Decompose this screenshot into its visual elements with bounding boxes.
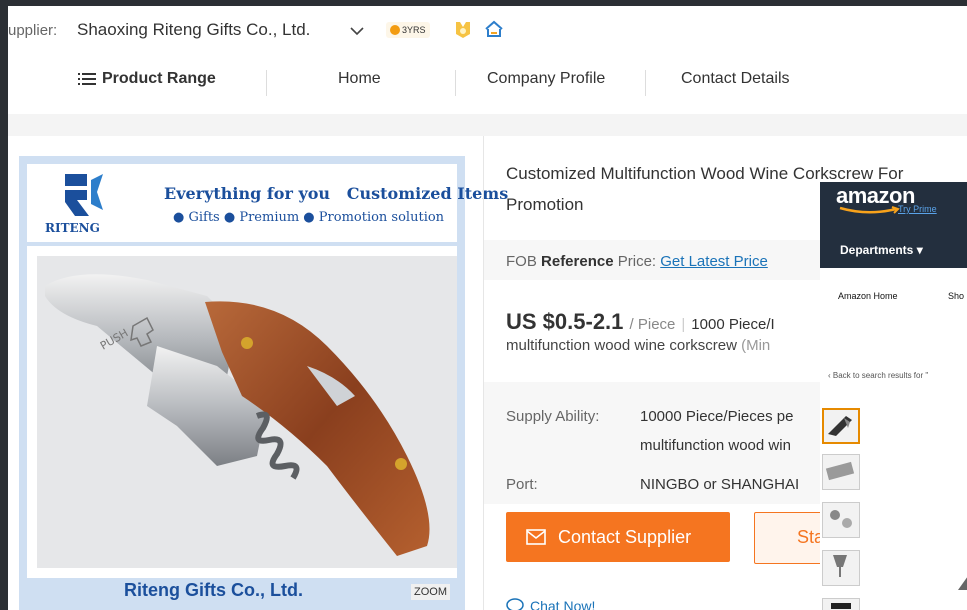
column-divider	[483, 136, 484, 610]
supply-ability-value-2: multifunction wood win	[640, 437, 791, 454]
back-to-search-link[interactable]: ‹ Back to search results for "	[828, 371, 928, 380]
product-name-min: (Min	[741, 337, 771, 354]
port-label: Port:	[506, 476, 538, 493]
years-badge-label: 3YRS	[402, 25, 426, 35]
corkscrew-thumbnail-icon	[825, 461, 855, 481]
corkscrew-photo: PUSH	[37, 256, 457, 568]
supply-ability-value-1: 10000 Piece/Pieces pe	[640, 408, 794, 425]
contact-supplier-label: Contact Supplier	[558, 526, 692, 547]
section-divider	[8, 114, 967, 136]
amazon-thumbnail[interactable]	[822, 598, 860, 610]
nav-product-range-label: Product Range	[102, 70, 216, 87]
amazon-thumbnail[interactable]	[822, 502, 860, 538]
supplier-name-link[interactable]: Shaoxing Riteng Gifts Co., Ltd.	[77, 20, 310, 40]
price-value: US $0.5-2.1	[506, 309, 624, 334]
zoom-button[interactable]: ZOOM	[411, 584, 450, 600]
chat-now-link[interactable]: Chat Now!	[506, 598, 595, 610]
amazon-home-link[interactable]: Amazon Home	[838, 291, 898, 301]
wine-glass-thumbnail-icon	[833, 555, 847, 577]
banner-slogan-line2: ● Gifts ● Premium ● Promotion solution	[173, 210, 445, 225]
try-prime-link[interactable]: Try Prime	[898, 204, 937, 214]
list-menu-icon	[78, 73, 96, 85]
mail-icon	[526, 529, 546, 545]
supply-ability-label: Supply Ability:	[506, 408, 600, 425]
fob-text: FOB Reference Price: Get Latest Price	[506, 253, 768, 270]
gold-supplier-icon	[390, 25, 400, 35]
banner-divider	[27, 242, 457, 246]
cursor-arrow-icon	[958, 577, 967, 590]
departments-menu[interactable]: Departments ▾	[840, 243, 923, 257]
amazon-overlay-window[interactable]: amazon Try Prime Departments ▾ Amazon Ho…	[820, 182, 967, 610]
amazon-header: amazon Try Prime Departments ▾	[820, 182, 967, 268]
image-company-caption: Riteng Gifts Co., Ltd.	[124, 580, 303, 600]
product-name-text: multifunction wood wine corkscrew	[506, 337, 737, 354]
amazon-thumbnail[interactable]	[822, 408, 860, 444]
nav-divider	[266, 70, 267, 96]
amazon-thumbnail[interactable]	[822, 550, 860, 586]
supplier-bar: upplier: Shaoxing Riteng Gifts Co., Ltd.…	[8, 6, 967, 56]
chat-now-label: Chat Now!	[530, 598, 596, 610]
fob-prefix: FOB	[506, 253, 537, 270]
supplier-nav: Product Range Home Company Profile Conta…	[8, 56, 967, 114]
amazon-shop-link[interactable]: Sho	[948, 291, 964, 301]
product-image[interactable]: RITENG Everything for you Customized Ite…	[27, 164, 508, 578]
banner-slogan-line1: Everything for you Customized Items	[164, 184, 509, 203]
image-footer: Riteng Gifts Co., Ltd.	[19, 578, 465, 610]
nav-divider	[645, 70, 646, 96]
fob-reference: Reference	[541, 253, 614, 270]
supplier-label: upplier:	[8, 22, 58, 39]
port-value: NINGBO or SHANGHAI	[640, 476, 800, 493]
chevron-down-icon[interactable]	[349, 24, 365, 38]
nav-product-range[interactable]: Product Range	[78, 70, 216, 88]
corkscrew-thumbnail-icon	[831, 603, 851, 609]
price-unit: / Piece	[629, 316, 676, 333]
nav-contact-details[interactable]: Contact Details	[681, 70, 790, 88]
medal-icon[interactable]	[454, 20, 472, 40]
chat-bubble-icon	[506, 598, 524, 610]
contact-supplier-button[interactable]: Contact Supplier	[506, 512, 730, 562]
fob-suffix: Price:	[617, 253, 657, 270]
product-name: multifunction wood wine corkscrew (Min	[506, 337, 770, 354]
logo-text: RITENG	[45, 221, 100, 235]
corkscrew-thumbnail-icon	[830, 510, 852, 528]
nav-divider	[455, 70, 456, 96]
get-latest-price-link[interactable]: Get Latest Price	[660, 253, 768, 270]
amazon-thumbnail[interactable]	[822, 454, 860, 490]
house-icon[interactable]	[484, 20, 504, 38]
nav-company-profile[interactable]: Company Profile	[487, 70, 605, 88]
price-separator: |	[681, 316, 686, 333]
browser-viewport: upplier: Shaoxing Riteng Gifts Co., Ltd.…	[8, 6, 967, 610]
years-badge: 3YRS	[386, 22, 430, 38]
moq-value: 1000 Piece/I	[691, 316, 775, 333]
product-image-gallery[interactable]: RITENG Everything for you Customized Ite…	[19, 156, 508, 610]
corkscrew-thumbnail-icon	[828, 416, 852, 436]
price-line: US $0.5-2.1 / Piece | 1000 Piece/I	[506, 309, 775, 335]
nav-home[interactable]: Home	[338, 70, 381, 88]
